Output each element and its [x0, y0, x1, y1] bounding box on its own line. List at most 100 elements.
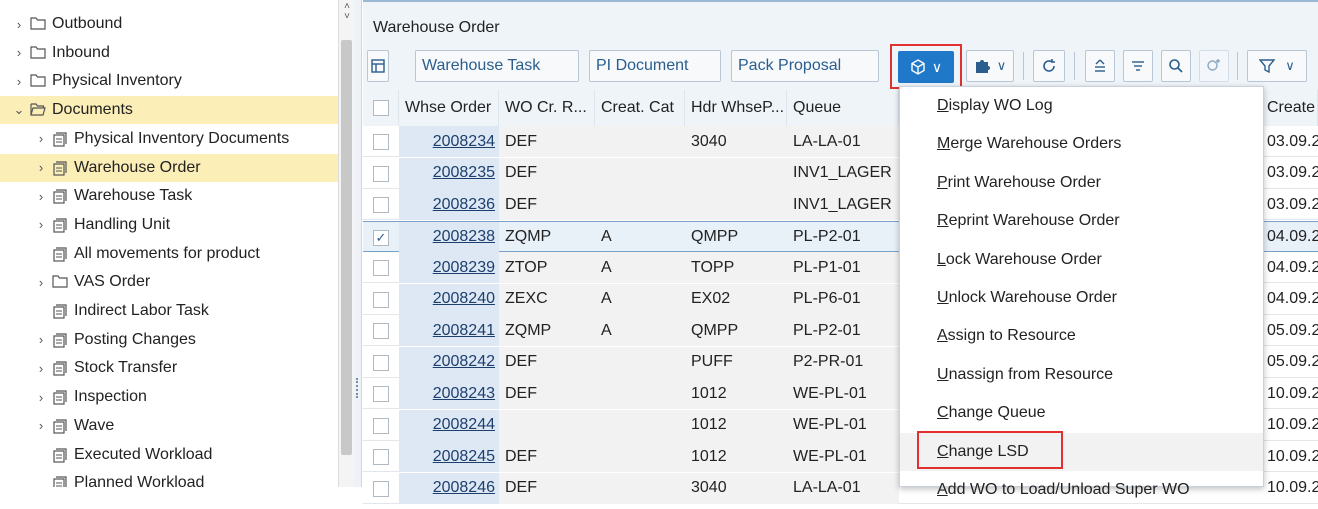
splitter-grip-icon[interactable]	[356, 378, 359, 398]
menu-item-display-wo-log[interactable]: Display WO Log	[900, 87, 1263, 125]
menu-item-merge-warehouse-orders[interactable]: Merge Warehouse Orders	[900, 125, 1263, 163]
filter-lines-button[interactable]	[1123, 50, 1153, 82]
col-hdr-whsep[interactable]: Hdr WhseP...	[685, 90, 787, 126]
whse-order-link[interactable]: 2008239	[433, 259, 495, 277]
scrollbar-thumb[interactable]	[341, 40, 352, 455]
filter-button[interactable]: ∨	[1247, 50, 1307, 82]
hdr-cell: PUFF	[685, 346, 787, 378]
col-creat-cat[interactable]: Creat. Cat	[595, 90, 685, 126]
tree-item-physical-inventory[interactable]: › Physical Inventory	[0, 67, 338, 95]
chevron-down-icon[interactable]: ⌄	[12, 102, 26, 118]
tree-item-inbound[interactable]: › Inbound	[0, 39, 338, 67]
tree-item-label: Indirect Labor Task	[74, 302, 209, 319]
col-created[interactable]: Create	[1261, 90, 1318, 126]
whse-order-link[interactable]: 2008245	[433, 448, 495, 466]
menu-item-label: ssign to Resource	[947, 327, 1076, 345]
tree-item-handling-unit[interactable]: › Handling Unit	[0, 211, 338, 239]
tree-item-outbound[interactable]: › Outbound	[0, 10, 338, 38]
tree-item-indirect-labor-task[interactable]: Indirect Labor Task	[0, 297, 338, 325]
whse-order-link[interactable]: 2008240	[433, 290, 495, 308]
chevron-right-icon[interactable]: ›	[34, 332, 48, 347]
chevron-right-icon[interactable]: ›	[34, 418, 48, 433]
whse-order-link[interactable]: 2008242	[433, 353, 495, 371]
whse-order-link[interactable]: 2008236	[433, 196, 495, 214]
chevron-right-icon[interactable]: ›	[12, 74, 26, 89]
row-checkbox[interactable]	[373, 260, 389, 276]
panel-splitter[interactable]	[354, 0, 362, 487]
chevron-right-icon[interactable]: ›	[34, 189, 48, 204]
row-checkbox[interactable]	[373, 134, 389, 150]
tree-item-warehouse-task[interactable]: › Warehouse Task	[0, 182, 338, 210]
tree-item-physical-inventory-documents[interactable]: › Physical Inventory Documents	[0, 125, 338, 153]
row-checkbox[interactable]	[373, 386, 389, 402]
row-select-cell	[363, 252, 399, 283]
tree-item-inspection[interactable]: › Inspection	[0, 383, 338, 411]
menu-item-reprint-warehouse-order[interactable]: Reprint Warehouse Order	[900, 202, 1263, 240]
tab-pack-proposal[interactable]: Pack Proposal	[731, 50, 879, 82]
tree-item-documents[interactable]: ⌄ Documents	[0, 96, 338, 125]
chevron-right-icon[interactable]: ›	[34, 275, 48, 290]
whse-order-link[interactable]: 2008244	[433, 416, 495, 434]
tree-scrollbar[interactable]: ˄ ˅	[338, 0, 354, 487]
chevron-right-icon[interactable]: ›	[34, 217, 48, 232]
scroll-up-down-icon[interactable]: ˄ ˅	[341, 2, 353, 24]
col-whse-order[interactable]: Whse Order	[399, 90, 499, 126]
menu-item-print-warehouse-order[interactable]: Print Warehouse Order	[900, 164, 1263, 202]
row-checkbox[interactable]	[373, 417, 389, 434]
tree-item-executed-workload[interactable]: Executed Workload	[0, 441, 338, 469]
tree-item-all-movements-for-product[interactable]: All movements for product	[0, 240, 338, 268]
chevron-right-icon[interactable]: ›	[34, 390, 48, 405]
whse-order-link[interactable]: 2008235	[433, 164, 495, 182]
more-actions-button[interactable]: ∨	[898, 51, 954, 83]
whse-order-link[interactable]: 2008238	[433, 228, 495, 246]
menu-item-mnemonic: D	[937, 97, 949, 114]
tree-item-posting-changes[interactable]: › Posting Changes	[0, 326, 338, 354]
search-button[interactable]	[1161, 50, 1191, 82]
menu-item-add-wo-to-load-unload-super-wo[interactable]: Add WO to Load/Unload Super WO	[900, 471, 1263, 509]
chevron-right-icon[interactable]: ›	[12, 45, 26, 60]
chevron-down-icon: ∨	[931, 58, 943, 75]
sort-button[interactable]	[1085, 50, 1115, 82]
chevron-right-icon[interactable]: ›	[34, 131, 48, 146]
col-wo-cr[interactable]: WO Cr. R...	[499, 90, 595, 126]
search-next-button[interactable]	[1199, 50, 1229, 82]
menu-item-assign-to-resource[interactable]: Assign to Resource	[900, 317, 1263, 355]
tab-warehouse-task[interactable]: Warehouse Task	[415, 50, 579, 82]
row-checkbox[interactable]	[373, 354, 389, 371]
row-checkbox[interactable]	[373, 449, 389, 465]
whse-order-link[interactable]: 2008241	[433, 322, 495, 340]
col-queue[interactable]: Queue	[787, 90, 899, 126]
extensions-button[interactable]: ∨	[966, 50, 1014, 82]
row-checkbox[interactable]	[373, 291, 389, 308]
row-checkbox[interactable]	[373, 165, 389, 182]
queue-cell: P2-PR-01	[787, 346, 899, 378]
whse-order-link[interactable]: 2008234	[433, 133, 495, 151]
tab-pi-document[interactable]: PI Document	[589, 50, 721, 82]
tree-item-vas-order[interactable]: › VAS Order	[0, 268, 338, 296]
tree-item-stock-transfer[interactable]: › Stock Transfer	[0, 354, 338, 382]
chevron-right-icon[interactable]: ›	[34, 160, 48, 175]
menu-item-mnemonic: U	[937, 365, 949, 383]
cat-cell: A	[595, 252, 685, 283]
row-checkbox[interactable]	[373, 480, 389, 497]
table-settings-button[interactable]	[367, 50, 389, 82]
whse-order-link[interactable]: 2008246	[433, 479, 495, 497]
tree-item-label: Handling Unit	[74, 215, 171, 233]
select-all-header[interactable]	[363, 90, 399, 126]
menu-item-lock-warehouse-order[interactable]: Lock Warehouse Order	[900, 241, 1263, 279]
row-checkbox[interactable]: ✓	[373, 229, 389, 246]
tree-item-warehouse-order[interactable]: › Warehouse Order	[0, 153, 338, 182]
row-checkbox[interactable]	[373, 323, 389, 339]
tree-item-wave[interactable]: › Wave	[0, 412, 338, 440]
cat-cell: A	[595, 315, 685, 346]
menu-item-change-queue[interactable]: Change Queue	[900, 394, 1263, 432]
menu-item-unassign-from-resource[interactable]: Unassign from Resource	[900, 356, 1263, 394]
menu-item-unlock-warehouse-order[interactable]: Unlock Warehouse Order	[900, 279, 1263, 317]
select-all-checkbox[interactable]	[373, 100, 389, 116]
tree-item-planned-workload[interactable]: Planned Workload	[0, 469, 338, 487]
refresh-button[interactable]	[1033, 50, 1065, 82]
chevron-right-icon[interactable]: ›	[12, 17, 26, 32]
chevron-right-icon[interactable]: ›	[34, 361, 48, 376]
whse-order-link[interactable]: 2008243	[433, 385, 495, 403]
row-checkbox[interactable]	[373, 197, 389, 213]
